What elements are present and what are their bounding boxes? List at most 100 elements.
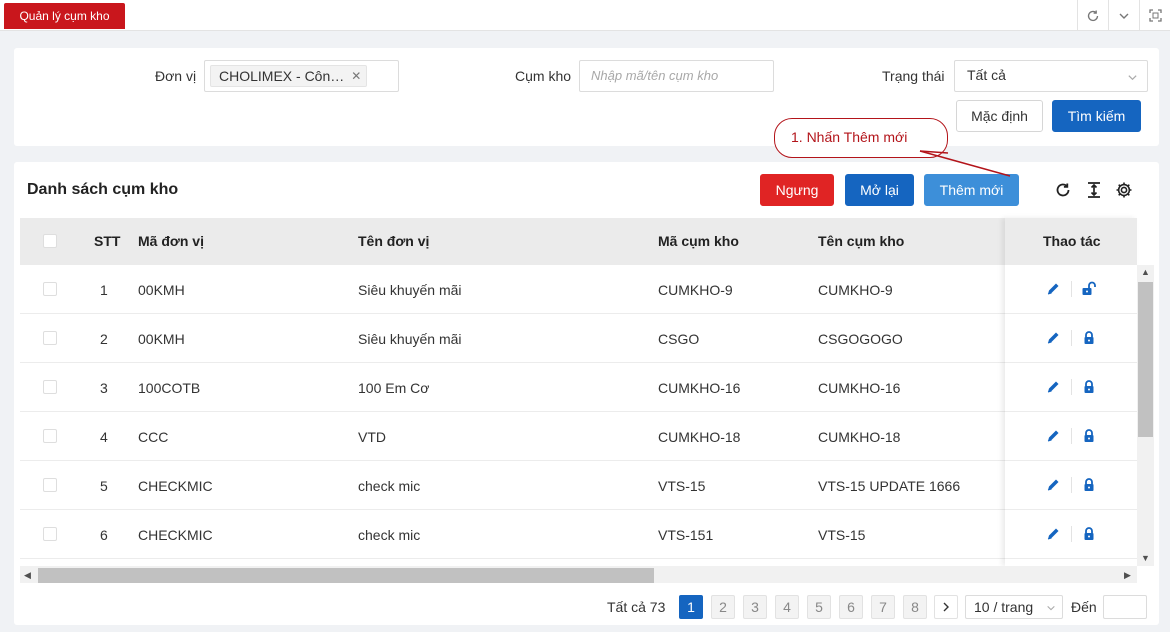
cell-cluster-code: CSGO (658, 331, 700, 347)
page-button[interactable]: 6 (839, 595, 863, 619)
gear-icon[interactable] (1115, 181, 1133, 199)
page-button[interactable]: 5 (807, 595, 831, 619)
tab-cluster-management[interactable]: Quản lý cụm kho (4, 3, 125, 29)
action-divider (1071, 477, 1072, 493)
refresh-icon[interactable] (1054, 181, 1072, 199)
row-checkbox[interactable] (43, 331, 57, 345)
chevron-right-icon (943, 602, 949, 612)
select-all-checkbox[interactable] (43, 234, 57, 248)
fullscreen-button[interactable] (1139, 0, 1170, 31)
unlock-icon[interactable] (1081, 281, 1097, 297)
unit-tag-label: CHOLIMEX - Côn… (219, 68, 345, 84)
page-button[interactable]: 4 (775, 595, 799, 619)
unit-tag: CHOLIMEX - Côn… ✕ (210, 65, 368, 87)
cell-cluster-name: VTS-15 UPDATE 1666 (818, 478, 961, 494)
lock-icon[interactable] (1081, 477, 1097, 493)
cell-unit-code: CCC (138, 429, 169, 445)
row-checkbox[interactable] (43, 527, 57, 541)
page-size-select[interactable]: 10 / trang (965, 595, 1063, 619)
cell-cluster-name: VTS-15 (818, 527, 866, 543)
cell-unit-code: CHECKMIC (138, 527, 213, 543)
refresh-icon (1087, 10, 1099, 21)
row-height-icon[interactable] (1085, 181, 1103, 199)
scroll-down-icon[interactable]: ▼ (1141, 553, 1150, 563)
cell-cluster-code: CUMKHO-16 (658, 380, 741, 396)
page-button[interactable]: 1 (679, 595, 703, 619)
lock-icon[interactable] (1081, 330, 1097, 346)
row-checkbox[interactable] (43, 478, 57, 492)
tab-dropdown-button[interactable] (1108, 0, 1139, 31)
table-row[interactable]: 3 100COTB 100 Em Cơ CUMKHO-16 CUMKHO-16 (20, 363, 1137, 412)
header-stt: STT (94, 233, 121, 249)
refresh-tab-button[interactable] (1077, 0, 1108, 31)
edit-icon[interactable] (1045, 330, 1061, 346)
goto-label: Đến (1071, 599, 1097, 615)
cell-cluster-name: CUMKHO-18 (818, 429, 901, 445)
next-page-button[interactable] (934, 595, 958, 619)
scroll-right-icon[interactable]: ▶ (1124, 570, 1131, 581)
cell-unit-name: 100 Em Cơ (358, 380, 430, 396)
action-divider (1071, 281, 1072, 297)
cell-stt: 6 (100, 527, 108, 543)
cell-stt: 4 (100, 429, 108, 445)
cell-unit-name: check mic (358, 478, 421, 494)
cell-unit-name: Siêu khuyến mãi (358, 282, 462, 298)
scroll-up-icon[interactable]: ▲ (1141, 267, 1150, 277)
lock-icon[interactable] (1081, 379, 1097, 395)
edit-icon[interactable] (1045, 477, 1061, 493)
edit-icon[interactable] (1045, 526, 1061, 542)
unit-label: Đơn vị (155, 68, 197, 84)
default-button[interactable]: Mặc định (956, 100, 1043, 132)
vertical-scroll-thumb[interactable] (1138, 282, 1153, 437)
scroll-left-icon[interactable]: ◀ (24, 570, 31, 581)
chevron-down-icon (1128, 75, 1137, 81)
unit-select[interactable]: CHOLIMEX - Côn… ✕ (204, 60, 399, 92)
page-button[interactable]: 8 (903, 595, 927, 619)
cluster-label: Cụm kho (515, 68, 572, 84)
page-button[interactable]: 3 (743, 595, 767, 619)
action-divider (1071, 428, 1072, 444)
cell-stt: 3 (100, 380, 108, 396)
table-row[interactable]: 5 CHECKMIC check mic VTS-15 VTS-15 UPDATE 16… (20, 461, 1137, 510)
table-row[interactable]: 2 00KMH Siêu khuyến mãi CSGO CSGOGOGO (20, 314, 1137, 363)
cell-unit-code: 00KMH (138, 331, 185, 347)
header-cluster-code: Mã cụm kho (658, 233, 739, 249)
status-label: Trạng thái (882, 68, 945, 84)
top-tab-bar: Quản lý cụm kho (0, 0, 1170, 31)
row-checkbox[interactable] (43, 380, 57, 394)
row-checkbox[interactable] (43, 282, 57, 296)
goto-page-input[interactable] (1103, 595, 1147, 619)
lock-icon[interactable] (1081, 526, 1097, 542)
cluster-placeholder: Nhập mã/tên cụm kho (591, 68, 719, 83)
pagination-total: Tất cả 73 (607, 599, 666, 615)
page-size-value: 10 / trang (974, 599, 1034, 615)
topbar-tools (1077, 0, 1170, 31)
action-divider (1071, 330, 1072, 346)
close-icon[interactable]: ✕ (351, 66, 361, 86)
header-unit-code: Mã đơn vị (138, 233, 204, 249)
cluster-search-input[interactable]: Nhập mã/tên cụm kho (579, 60, 774, 92)
stop-button[interactable]: Ngưng (760, 174, 834, 206)
edit-icon[interactable] (1045, 281, 1061, 297)
edit-icon[interactable] (1045, 379, 1061, 395)
page-button[interactable]: 2 (711, 595, 735, 619)
cell-cluster-code: VTS-15 (658, 478, 706, 494)
cell-cluster-name: CUMKHO-16 (818, 380, 901, 396)
search-button[interactable]: Tìm kiếm (1052, 100, 1141, 132)
table-header: STT Mã đơn vị Tên đơn vị Mã cụm kho Tên … (20, 218, 1137, 265)
row-checkbox[interactable] (43, 429, 57, 443)
cell-unit-name: VTD (358, 429, 386, 445)
table-row[interactable]: 6 CHECKMIC check mic VTS-151 VTS-15 (20, 510, 1137, 559)
status-select[interactable]: Tất cả (954, 60, 1148, 92)
table-row[interactable]: 4 CCC VTD CUMKHO-18 CUMKHO-18 (20, 412, 1137, 461)
lock-icon[interactable] (1081, 428, 1097, 444)
table-row[interactable]: 1 00KMH Siêu khuyến mãi CUMKHO-9 CUMKHO-9 (20, 265, 1137, 314)
horizontal-scroll-thumb[interactable] (38, 568, 654, 583)
chevron-down-icon (1047, 605, 1055, 611)
edit-icon[interactable] (1045, 428, 1061, 444)
chevron-down-icon (1119, 13, 1129, 19)
cell-stt: 5 (100, 478, 108, 494)
cell-unit-name: Siêu khuyến mãi (358, 331, 462, 347)
page-button[interactable]: 7 (871, 595, 895, 619)
cell-unit-code: 100COTB (138, 380, 201, 396)
